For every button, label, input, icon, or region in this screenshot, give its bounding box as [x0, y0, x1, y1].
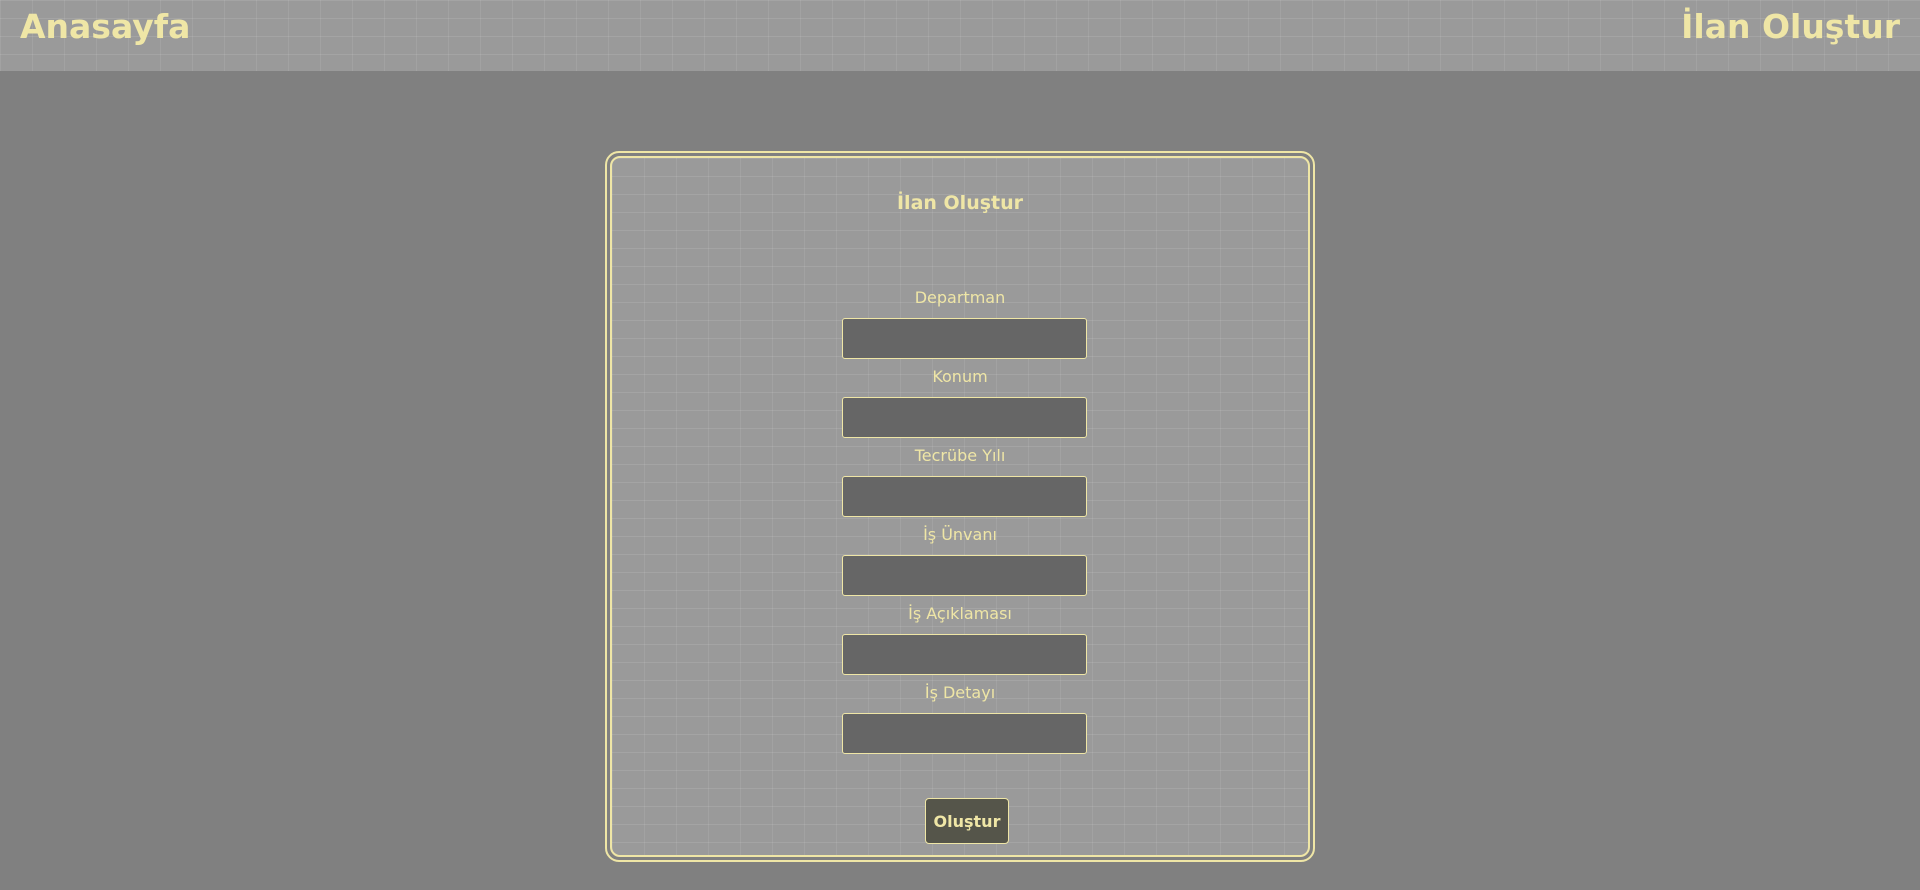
department-label: Departman [914, 288, 1006, 307]
job-title-input[interactable] [842, 555, 1087, 596]
location-input[interactable] [842, 397, 1087, 438]
create-listing-form-card: İlan Oluştur Departman Konum Tecrübe Yıl… [605, 151, 1315, 862]
job-description-input[interactable] [842, 634, 1087, 675]
form-title: İlan Oluştur [896, 192, 1024, 214]
create-button[interactable]: Oluştur [925, 798, 1009, 844]
experience-years-label: Tecrübe Yılı [914, 446, 1006, 465]
top-nav-bar: Anasayfa İlan Oluştur [0, 0, 1920, 71]
department-input[interactable] [842, 318, 1087, 359]
form-panel: İlan Oluştur Departman Konum Tecrübe Yıl… [610, 156, 1310, 857]
job-detail-input[interactable] [842, 713, 1087, 754]
location-label: Konum [932, 367, 988, 386]
create-listing-link[interactable]: İlan Oluştur [1681, 6, 1900, 48]
job-description-label: İş Açıklaması [908, 604, 1012, 623]
job-detail-label: İş Detayı [924, 683, 996, 702]
job-title-label: İş Ünvanı [923, 525, 997, 544]
experience-years-input[interactable] [842, 476, 1087, 517]
home-link[interactable]: Anasayfa [20, 6, 190, 48]
